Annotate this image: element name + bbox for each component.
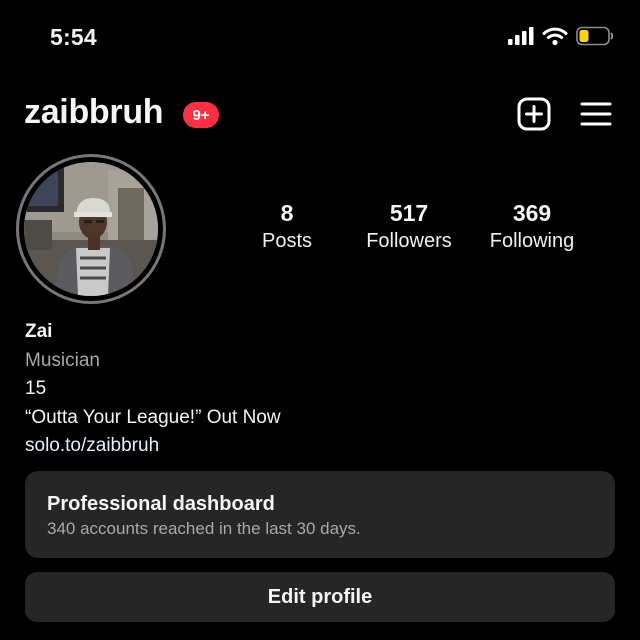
category-label: Musician <box>25 349 100 371</box>
posts-count: 8 <box>280 200 294 226</box>
status-icons <box>508 26 614 46</box>
avatar[interactable] <box>24 162 158 296</box>
professional-dashboard-card[interactable]: Professional dashboard 340 accounts reac… <box>25 471 615 558</box>
posts-label: Posts <box>261 230 313 252</box>
display-name: Zai <box>25 321 53 342</box>
following-count: 369 <box>512 200 552 226</box>
edit-profile-button[interactable]: Edit profile <box>25 572 615 622</box>
following-stat[interactable]: 369 Following <box>484 198 580 254</box>
status-time: 5:54 <box>50 24 97 50</box>
menu-icon[interactable] <box>578 96 614 132</box>
followers-label: Followers <box>366 230 452 252</box>
wifi-icon <box>542 26 568 46</box>
bio-link[interactable]: solo.to/zaibbruh <box>25 432 615 461</box>
header-actions <box>516 96 614 132</box>
bio-text-line-1: 15 <box>25 378 47 399</box>
profile-username[interactable]: zaibbruh <box>24 93 164 132</box>
posts-stat[interactable]: 8 Posts <box>240 198 334 254</box>
followers-stat[interactable]: 517 Followers <box>334 198 484 254</box>
dashboard-title: Professional dashboard <box>47 493 275 515</box>
profile-bio: Zai Musician 15 “Outta Your League!” Out… <box>25 318 615 461</box>
battery-icon <box>576 26 614 46</box>
bio-text-line-2: “Outta Your League!” Out Now <box>25 406 281 428</box>
notification-badge[interactable]: 9+ <box>183 102 219 128</box>
profile-stats: 8 Posts 517 Followers 369 Following <box>240 198 610 254</box>
avatar-ring[interactable] <box>16 154 166 304</box>
dashboard-subtitle: 340 accounts reached in the last 30 days… <box>47 519 361 538</box>
followers-count: 517 <box>389 200 429 226</box>
following-label: Following <box>489 230 575 252</box>
cellular-signal-icon <box>508 27 534 45</box>
create-post-icon[interactable] <box>516 96 552 132</box>
